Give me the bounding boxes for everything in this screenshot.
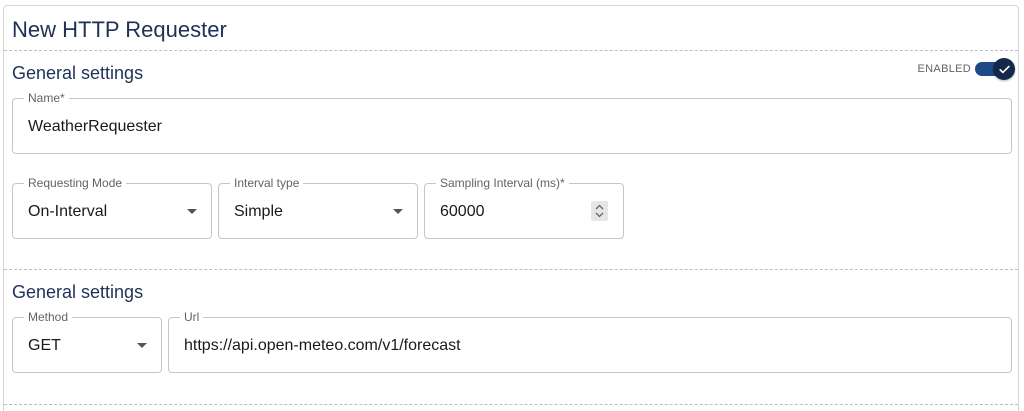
url-value[interactable]: https://api.open-meteo.com/v1/forecast: [184, 337, 461, 355]
toggle-knob: [993, 58, 1015, 80]
bottom-divider: [4, 404, 1018, 405]
requesting-mode-select[interactable]: Requesting Mode On-Interval: [12, 176, 212, 239]
chevron-down-icon: [137, 343, 147, 348]
interval-type-value: Simple: [234, 203, 283, 220]
method-label: Method: [24, 310, 73, 324]
url-input[interactable]: Url https://api.open-meteo.com/v1/foreca…: [168, 310, 1012, 373]
url-label: Url: [180, 310, 204, 324]
title-divider: [4, 50, 1018, 51]
section-divider: [4, 269, 1018, 270]
chevron-down-icon: [393, 209, 403, 214]
chevron-down-icon: [187, 209, 197, 214]
page-title: New HTTP Requester: [12, 17, 227, 42]
request-settings-title: General settings: [12, 282, 144, 302]
requesting-mode-label: Requesting Mode: [24, 176, 127, 190]
up-down-arrows-icon: [595, 204, 604, 218]
number-stepper[interactable]: [591, 201, 608, 221]
method-value: GET: [28, 337, 61, 354]
interval-type-label: Interval type: [230, 176, 304, 190]
http-requester-panel: New HTTP Requester General settings ENAB…: [3, 5, 1019, 411]
enabled-toggle-group: ENABLED: [917, 58, 1015, 80]
general-settings-title: General settings: [12, 63, 144, 83]
interval-type-select[interactable]: Interval type Simple: [218, 176, 418, 239]
sampling-interval-value[interactable]: 60000: [440, 203, 485, 221]
requesting-mode-value: On-Interval: [28, 203, 108, 220]
sampling-interval-label: Sampling Interval (ms)*: [436, 176, 569, 190]
enabled-toggle[interactable]: [975, 58, 1015, 80]
check-icon: [998, 65, 1010, 73]
enabled-label: ENABLED: [917, 63, 971, 75]
sampling-interval-input[interactable]: Sampling Interval (ms)* 60000: [424, 176, 624, 239]
method-select[interactable]: Method GET: [12, 310, 162, 373]
name-field-value[interactable]: WeatherRequester: [28, 118, 162, 136]
name-field[interactable]: Name* WeatherRequester: [12, 91, 1012, 154]
name-field-label: Name*: [24, 91, 69, 105]
